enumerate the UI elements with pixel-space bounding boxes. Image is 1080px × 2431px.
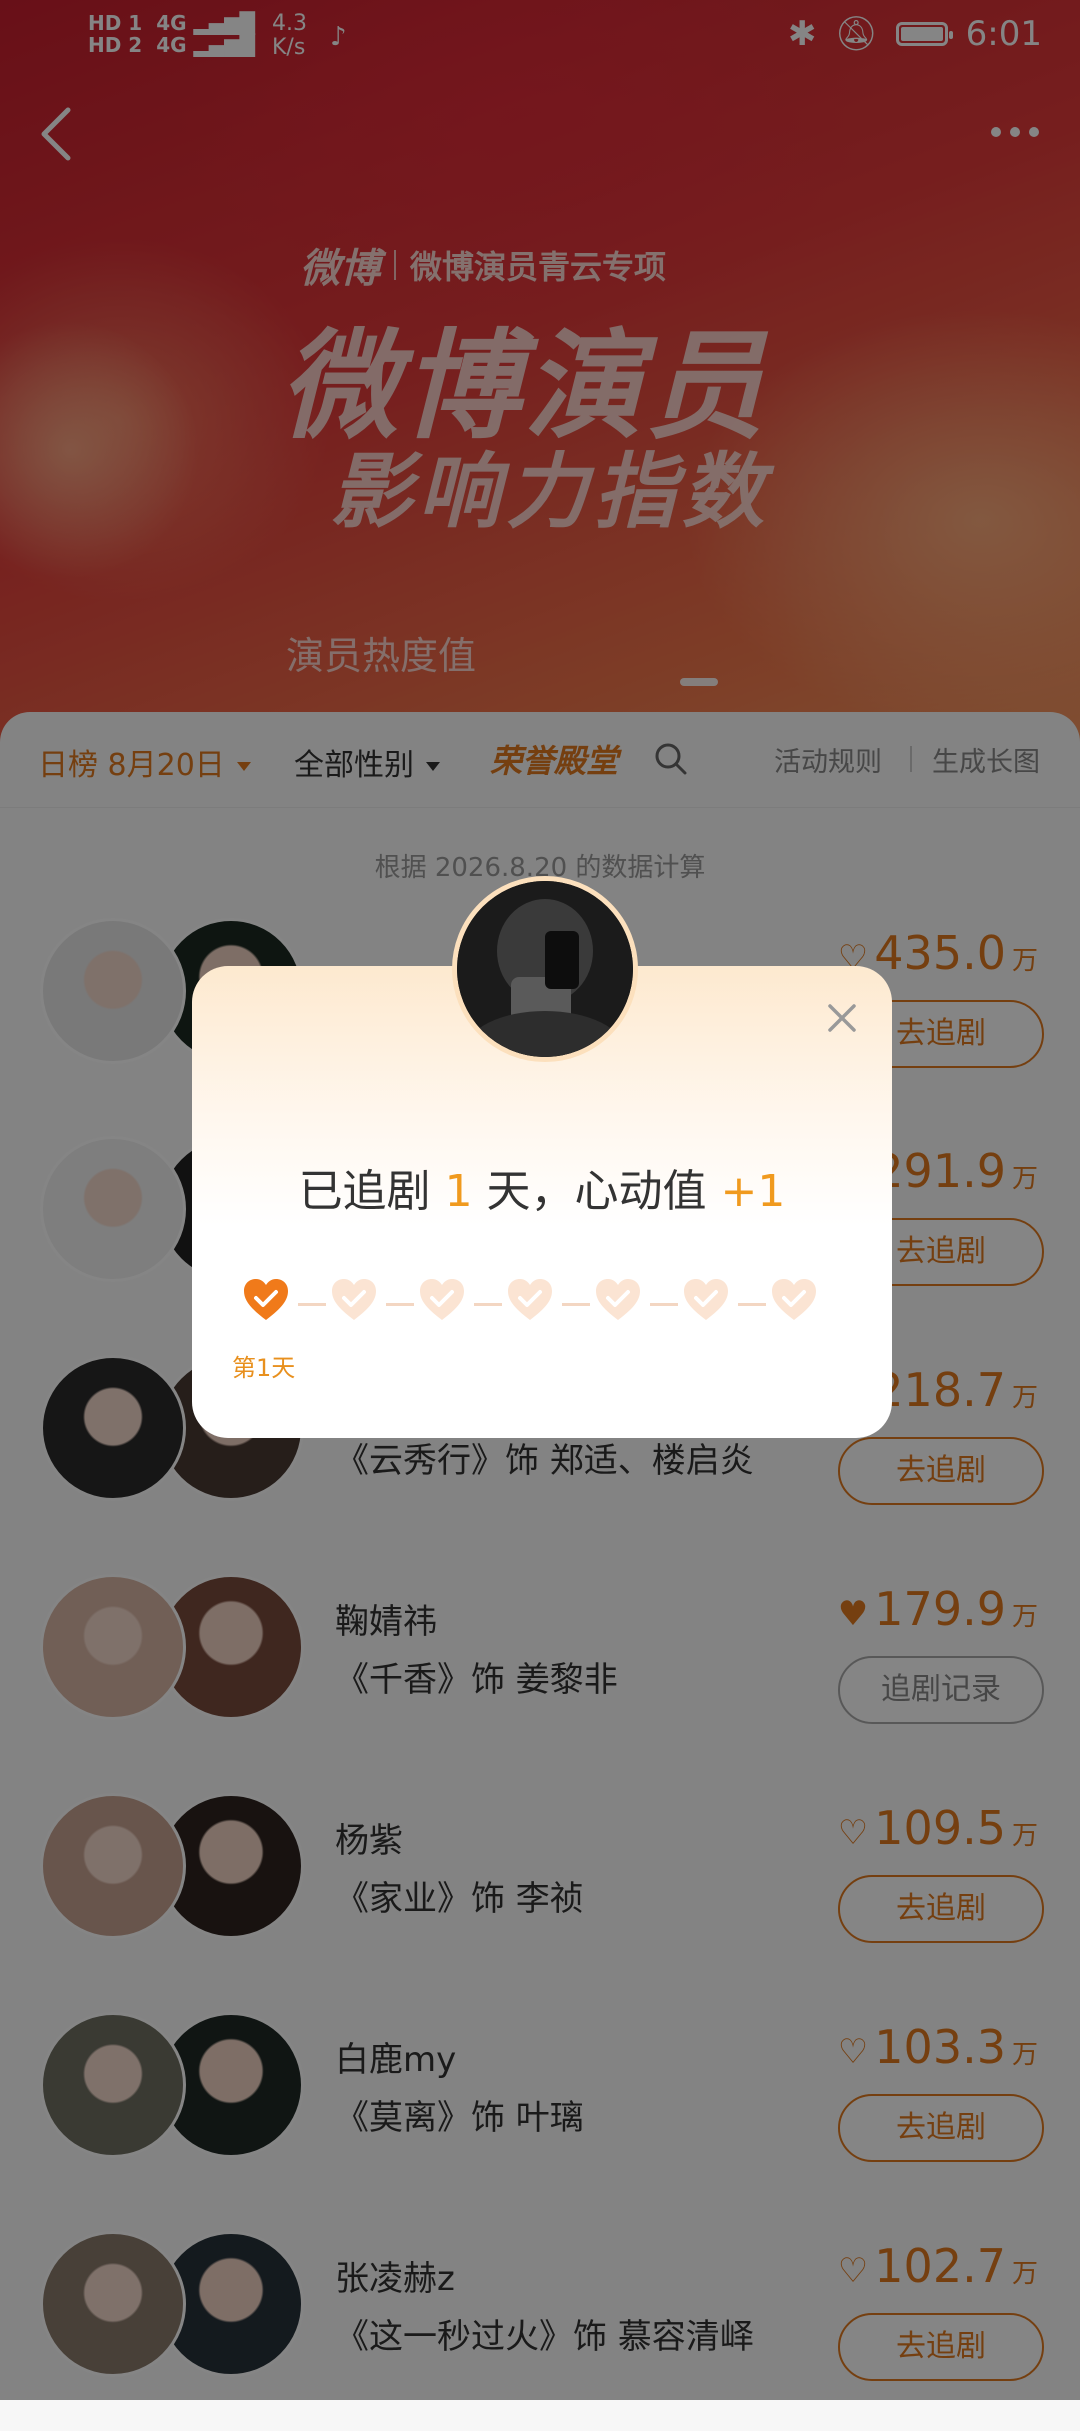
msg-prefix: 已追剧 <box>298 1166 445 1217</box>
track-connector <box>474 1303 502 1306</box>
day-label: 第1天 <box>232 1354 296 1382</box>
track-connector <box>738 1303 766 1306</box>
track-connector <box>386 1303 414 1306</box>
heart-empty-icon <box>328 1274 386 1332</box>
checkin-progress-track <box>240 1274 830 1334</box>
track-connector <box>650 1303 678 1306</box>
track-connector <box>298 1303 326 1306</box>
heart-empty-icon <box>680 1274 738 1332</box>
actor-avatar <box>452 876 638 1062</box>
msg-mid: 天，心动值 <box>472 1166 721 1217</box>
modal-message: 已追剧 1 天，心动值 +1 <box>192 1155 892 1219</box>
close-modal-button[interactable] <box>820 996 864 1040</box>
heart-empty-icon <box>768 1274 826 1332</box>
track-connector <box>562 1303 590 1306</box>
bonus-value: +1 <box>720 1166 786 1217</box>
heart-check-icon <box>240 1274 298 1332</box>
heart-empty-icon <box>504 1274 562 1332</box>
heart-empty-icon <box>416 1274 474 1332</box>
days-count: 1 <box>444 1166 473 1217</box>
close-icon <box>828 1004 856 1032</box>
avatar-image <box>457 881 633 1057</box>
heart-empty-icon <box>592 1274 650 1332</box>
